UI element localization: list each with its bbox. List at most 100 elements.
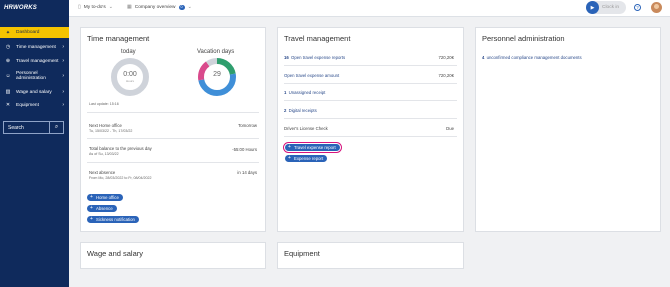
sidebar-item-label: Personnel administration bbox=[16, 70, 46, 82]
travel-management-card: Travel management 16 Open travel expense… bbox=[277, 27, 464, 232]
search-icon[interactable]: ⌕ bbox=[49, 122, 63, 133]
row-amount: Due bbox=[446, 126, 454, 131]
row-amount: 720,20€ bbox=[438, 55, 454, 60]
today-unit: Hours bbox=[125, 79, 134, 83]
next-home-office-dates: Tu, 15/03/22 - Th, 17/03/22 bbox=[89, 129, 133, 133]
card-title: Personnel administration bbox=[482, 34, 565, 43]
home-office-button[interactable]: + Home office bbox=[87, 194, 123, 201]
divider bbox=[284, 65, 457, 66]
divider bbox=[284, 83, 457, 84]
card-title: Travel management bbox=[284, 34, 351, 43]
building-icon: ▦ bbox=[127, 4, 132, 10]
company-overview-label: Company overview bbox=[134, 4, 176, 10]
globe-icon: ⊕ bbox=[5, 58, 11, 64]
vacation-value: 29 bbox=[213, 71, 221, 78]
balance-date: As of Su, 13/03/22 bbox=[89, 152, 119, 156]
avatar[interactable] bbox=[651, 2, 662, 13]
last-update: Last update: 15:16 bbox=[89, 102, 119, 106]
button-label: Expense report bbox=[294, 156, 324, 161]
divider bbox=[87, 112, 259, 113]
plus-icon: + bbox=[90, 194, 93, 200]
chevron-right-icon: › bbox=[62, 44, 64, 50]
wage-and-salary-card: Wage and salary bbox=[80, 242, 266, 269]
todos-label: My to-do's bbox=[83, 4, 106, 10]
button-label: Home office bbox=[96, 195, 119, 200]
clock-in-toggle[interactable]: ▶ Clock in bbox=[586, 1, 626, 14]
vacation-label: Vacation days bbox=[197, 49, 235, 55]
card-title: Wage and salary bbox=[87, 249, 144, 258]
equipment-card: Equipment bbox=[277, 242, 464, 269]
row-count: 16 bbox=[284, 55, 289, 60]
divider bbox=[284, 118, 457, 119]
sidebar-item-dashboard[interactable]: ✦ Dashboard bbox=[0, 27, 69, 38]
plus-icon: + bbox=[90, 205, 93, 211]
row-count: 2 bbox=[284, 108, 287, 113]
todos-menu[interactable]: ▯ My to-do's ⌄ bbox=[78, 4, 116, 10]
tools-icon: ✕ bbox=[5, 102, 11, 108]
sidebar-item-label: Dashboard bbox=[16, 30, 40, 35]
row-label: Unassigned receipt bbox=[288, 90, 326, 95]
today-label: today bbox=[121, 49, 136, 55]
next-absence-label: Next absence bbox=[89, 170, 116, 175]
top-bar: ▯ My to-do's ⌄ ▦ Company overview 0 ⌄ ▶ … bbox=[69, 0, 670, 17]
plus-icon: + bbox=[288, 155, 291, 161]
row-label: Open travel expense reports bbox=[290, 55, 346, 60]
sidebar-item-time-management[interactable]: ◷ Time management › bbox=[0, 42, 69, 52]
button-label: Absence bbox=[96, 206, 113, 211]
sidebar-item-label: Equipment bbox=[16, 102, 39, 108]
travel-row[interactable]: 16 Open travel expense reports 720,20€ bbox=[284, 55, 457, 60]
personnel-row[interactable]: 4 unconfirmed compliance management docu… bbox=[482, 55, 654, 60]
sidebar-item-label: Wage and salary bbox=[16, 89, 52, 95]
chevron-right-icon: › bbox=[62, 89, 64, 95]
chevron-right-icon: › bbox=[62, 73, 64, 79]
personnel-administration-card: Personnel administration 4 unconfirmed c… bbox=[475, 27, 661, 232]
next-absence-value: in 14 days bbox=[237, 170, 257, 175]
time-management-card: Time management today 0:00 Hours Vacatio… bbox=[80, 27, 266, 232]
row-label: Open travel expense amount bbox=[284, 73, 340, 78]
star-icon: ✦ bbox=[5, 29, 11, 36]
divider bbox=[284, 100, 457, 101]
travel-row[interactable]: Open travel expense amount 720,20€ bbox=[284, 73, 457, 78]
chevron-right-icon: › bbox=[62, 102, 64, 108]
sidebar-item-wage-and-salary[interactable]: ▥ Wage and salary › bbox=[0, 87, 69, 97]
people-icon: ☺ bbox=[5, 73, 11, 79]
sickness-notification-button[interactable]: + Sickness notification bbox=[87, 216, 139, 223]
travel-row[interactable]: 2 Digital receipts bbox=[284, 108, 457, 113]
help-icon[interactable]: ? bbox=[634, 4, 641, 11]
row-label: Driver's License Check bbox=[284, 126, 328, 131]
balance-value: -55:00 Hours bbox=[232, 147, 257, 152]
next-home-office-value: Tomorrow bbox=[238, 123, 257, 128]
sidebar-item-travel-management[interactable]: ⊕ Travel management › bbox=[0, 56, 69, 66]
row-count: 1 bbox=[284, 90, 287, 95]
company-overview-menu[interactable]: ▦ Company overview 0 ⌄ bbox=[127, 4, 195, 10]
travel-row[interactable]: 1 Unassigned receipt bbox=[284, 90, 457, 95]
search-input[interactable] bbox=[4, 124, 48, 131]
chevron-down-icon: ⌄ bbox=[108, 4, 113, 10]
sidebar-item-label: Travel management bbox=[16, 58, 59, 64]
card-title: Time management bbox=[87, 34, 150, 43]
travel-expense-report-button[interactable]: + Travel expense report bbox=[283, 142, 342, 153]
next-home-office-label: Next Home office bbox=[89, 123, 122, 128]
clock-icon: ◷ bbox=[5, 44, 11, 50]
logo: HRWORKS bbox=[4, 5, 37, 11]
sidebar-item-equipment[interactable]: ✕ Equipment › bbox=[0, 100, 69, 110]
button-label: Travel expense report bbox=[294, 145, 336, 150]
clock-in-label: Clock in bbox=[602, 5, 620, 10]
row-count: 4 bbox=[482, 55, 485, 60]
sidebar-item-label: Time management bbox=[16, 44, 56, 50]
company-overview-badge: 0 bbox=[178, 4, 185, 10]
sidebar: HRWORKS ✦ Dashboard ◷ Time management › … bbox=[0, 0, 69, 287]
divider bbox=[87, 138, 259, 139]
chevron-down-icon: ⌄ bbox=[187, 4, 192, 10]
next-absence-dates: From Mo, 28/03/2022 to Fr, 08/04/2022 bbox=[89, 176, 152, 180]
absence-button[interactable]: + Absence bbox=[87, 205, 117, 212]
sidebar-item-personnel-administration[interactable]: ☺ Personnel administration › bbox=[0, 69, 69, 83]
plus-icon: + bbox=[288, 144, 291, 150]
expense-report-button[interactable]: + Expense report bbox=[285, 155, 328, 162]
search-box: ⌕ bbox=[3, 121, 64, 134]
chevron-right-icon: › bbox=[62, 58, 64, 64]
row-label: unconfirmed compliance management docume… bbox=[486, 55, 582, 60]
play-icon: ▶ bbox=[586, 1, 599, 14]
document-icon: ▯ bbox=[78, 4, 81, 10]
balance-label: Total balance to the previous day bbox=[89, 146, 152, 151]
